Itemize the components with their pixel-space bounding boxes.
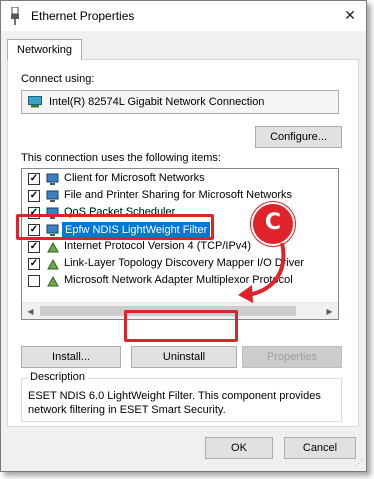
item-label: File and Printer Sharing for Microsoft N… [64, 189, 293, 201]
uninstall-button[interactable]: Uninstall [131, 346, 237, 368]
window-title: Ethernet Properties [31, 9, 135, 23]
list-item[interactable]: ✓ Client for Microsoft Networks [22, 171, 322, 188]
resize-grip: ⋰ [355, 459, 363, 468]
network-adapter-icon [28, 96, 42, 108]
network-client-icon [46, 173, 59, 185]
close-icon: ✕ [344, 6, 356, 23]
protocol-icon [47, 241, 59, 253]
description-legend: Description [28, 371, 88, 383]
network-service-icon [46, 207, 59, 219]
ethernet-icon [11, 7, 19, 25]
protocol-icon [47, 258, 59, 270]
item-label: Link-Layer Topology Discovery Mapper I/O… [64, 257, 305, 269]
cancel-button[interactable]: Cancel [284, 437, 356, 459]
components-list[interactable]: ✓ Client for Microsoft Networks ✓ File a… [21, 168, 339, 320]
checkbox[interactable]: ✓ [28, 173, 40, 185]
item-label: Microsoft Network Adapter Multiplexor Pr… [64, 274, 293, 286]
checkbox[interactable]: ✓ [28, 207, 40, 219]
checkbox[interactable]: ✓ [28, 258, 40, 270]
list-item[interactable]: ✓ Link-Layer Topology Discovery Mapper I… [22, 256, 322, 273]
adapter-name: Intel(R) 82574L Gigabit Network Connecti… [49, 96, 265, 108]
network-service-icon [46, 190, 59, 202]
connect-using-label: Connect using: [21, 73, 95, 85]
properties-button[interactable]: Properties [242, 346, 342, 368]
checkbox[interactable]: ✓ [28, 190, 40, 202]
item-label: Internet Protocol Version 4 (TCP/IPv4) [64, 240, 252, 252]
checkbox[interactable]: ✓ [28, 224, 40, 236]
horizontal-scrollbar[interactable]: ◀ ▶ [22, 302, 338, 319]
checkbox[interactable] [28, 275, 40, 287]
step-callout-badge: C [251, 202, 295, 246]
network-filter-icon [46, 224, 59, 236]
networking-panel: Connect using: Intel(R) 82574L Gigabit N… [7, 59, 359, 427]
install-button[interactable]: Install... [21, 346, 121, 368]
close-button[interactable]: ✕ [338, 4, 362, 26]
properties-window: Ethernet Properties ✕ Networking Connect… [0, 0, 367, 472]
checkbox[interactable]: ✓ [28, 241, 40, 253]
list-item[interactable]: Microsoft Network Adapter Multiplexor Pr… [22, 273, 322, 290]
adapter-field: Intel(R) 82574L Gigabit Network Connecti… [21, 90, 339, 114]
configure-button[interactable]: Configure... [255, 126, 342, 148]
item-label: Epfw NDIS LightWeight Filter [62, 222, 211, 238]
protocol-icon [47, 275, 59, 287]
items-label: This connection uses the following items… [21, 152, 221, 164]
description-group: Description ESET NDIS 6.0 LightWeight Fi… [21, 371, 342, 422]
dialog-body: Networking Connect using: Intel(R) 82574… [1, 31, 366, 471]
ok-button[interactable]: OK [205, 437, 273, 459]
description-text: ESET NDIS 6.0 LightWeight Filter. This c… [28, 390, 321, 416]
tab-networking[interactable]: Networking [7, 39, 83, 60]
title-bar[interactable]: Ethernet Properties ✕ [1, 1, 366, 31]
scroll-left-icon[interactable]: ◀ [22, 303, 39, 319]
item-label: Client for Microsoft Networks [64, 172, 205, 184]
scroll-thumb[interactable] [40, 306, 296, 316]
item-label: QoS Packet Scheduler [64, 206, 176, 218]
scroll-right-icon[interactable]: ▶ [321, 303, 338, 319]
